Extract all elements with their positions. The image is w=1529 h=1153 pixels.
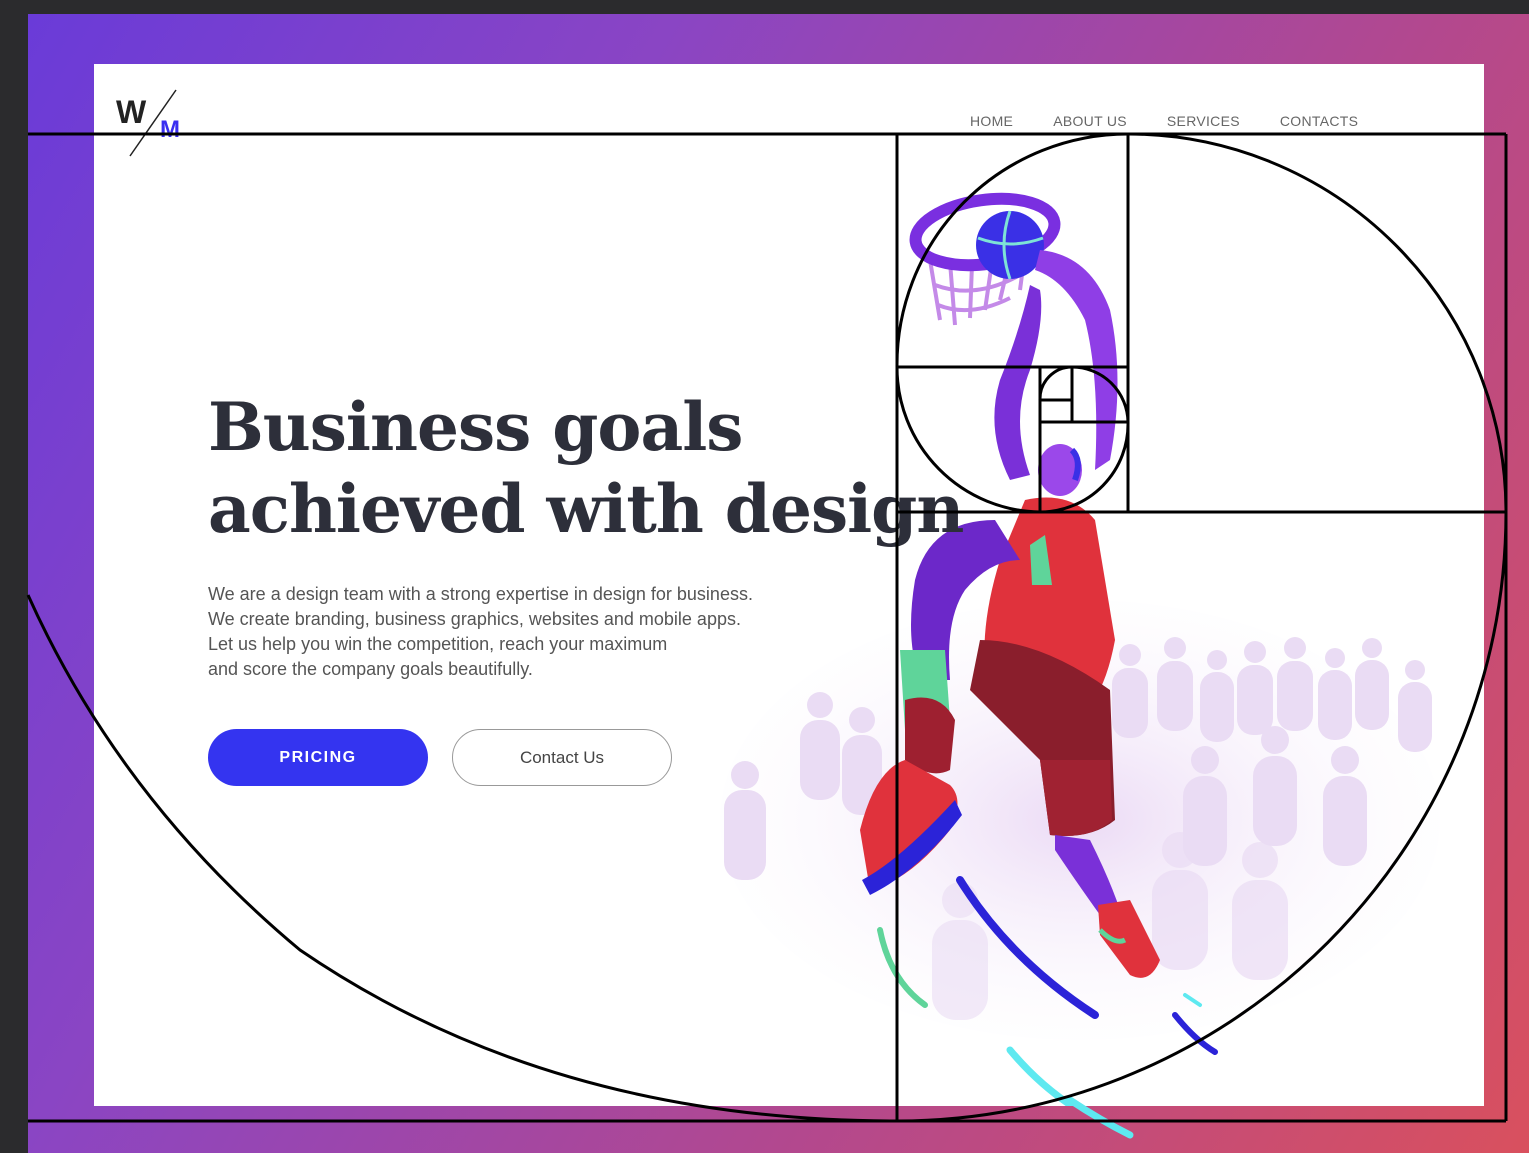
- logo-letter-m: M: [160, 116, 180, 143]
- hero-description-line: We are a design team with a strong exper…: [208, 584, 753, 604]
- hero-description-line: Let us help you win the competition, rea…: [208, 634, 668, 654]
- basketball-icon: [976, 210, 1044, 280]
- main-nav: HOME ABOUT US SERVICES CONTACTS: [970, 113, 1398, 129]
- brand-logo[interactable]: W M: [116, 86, 196, 158]
- hero-headline-line-2: achieved with design: [208, 470, 964, 548]
- nav-item-contacts[interactable]: CONTACTS: [1280, 113, 1358, 129]
- hero-headline: Business goals achieved with design: [208, 386, 964, 550]
- hero-description: We are a design team with a strong exper…: [208, 582, 753, 682]
- nav-item-about-us[interactable]: ABOUT US: [1053, 113, 1127, 129]
- hero-headline-line-1: Business goals: [208, 388, 743, 466]
- basketball-player-illustration: [720, 192, 1440, 1139]
- contact-us-button[interactable]: Contact Us: [452, 729, 672, 786]
- nav-item-home[interactable]: HOME: [970, 113, 1013, 129]
- nav-item-services[interactable]: SERVICES: [1167, 113, 1240, 129]
- hero-description-line: We create branding, business graphics, w…: [208, 609, 741, 629]
- logo-slash-icon: [129, 89, 177, 157]
- hero-description-line: and score the company goals beautifully.: [208, 659, 533, 679]
- pricing-button[interactable]: PRICING: [208, 729, 428, 786]
